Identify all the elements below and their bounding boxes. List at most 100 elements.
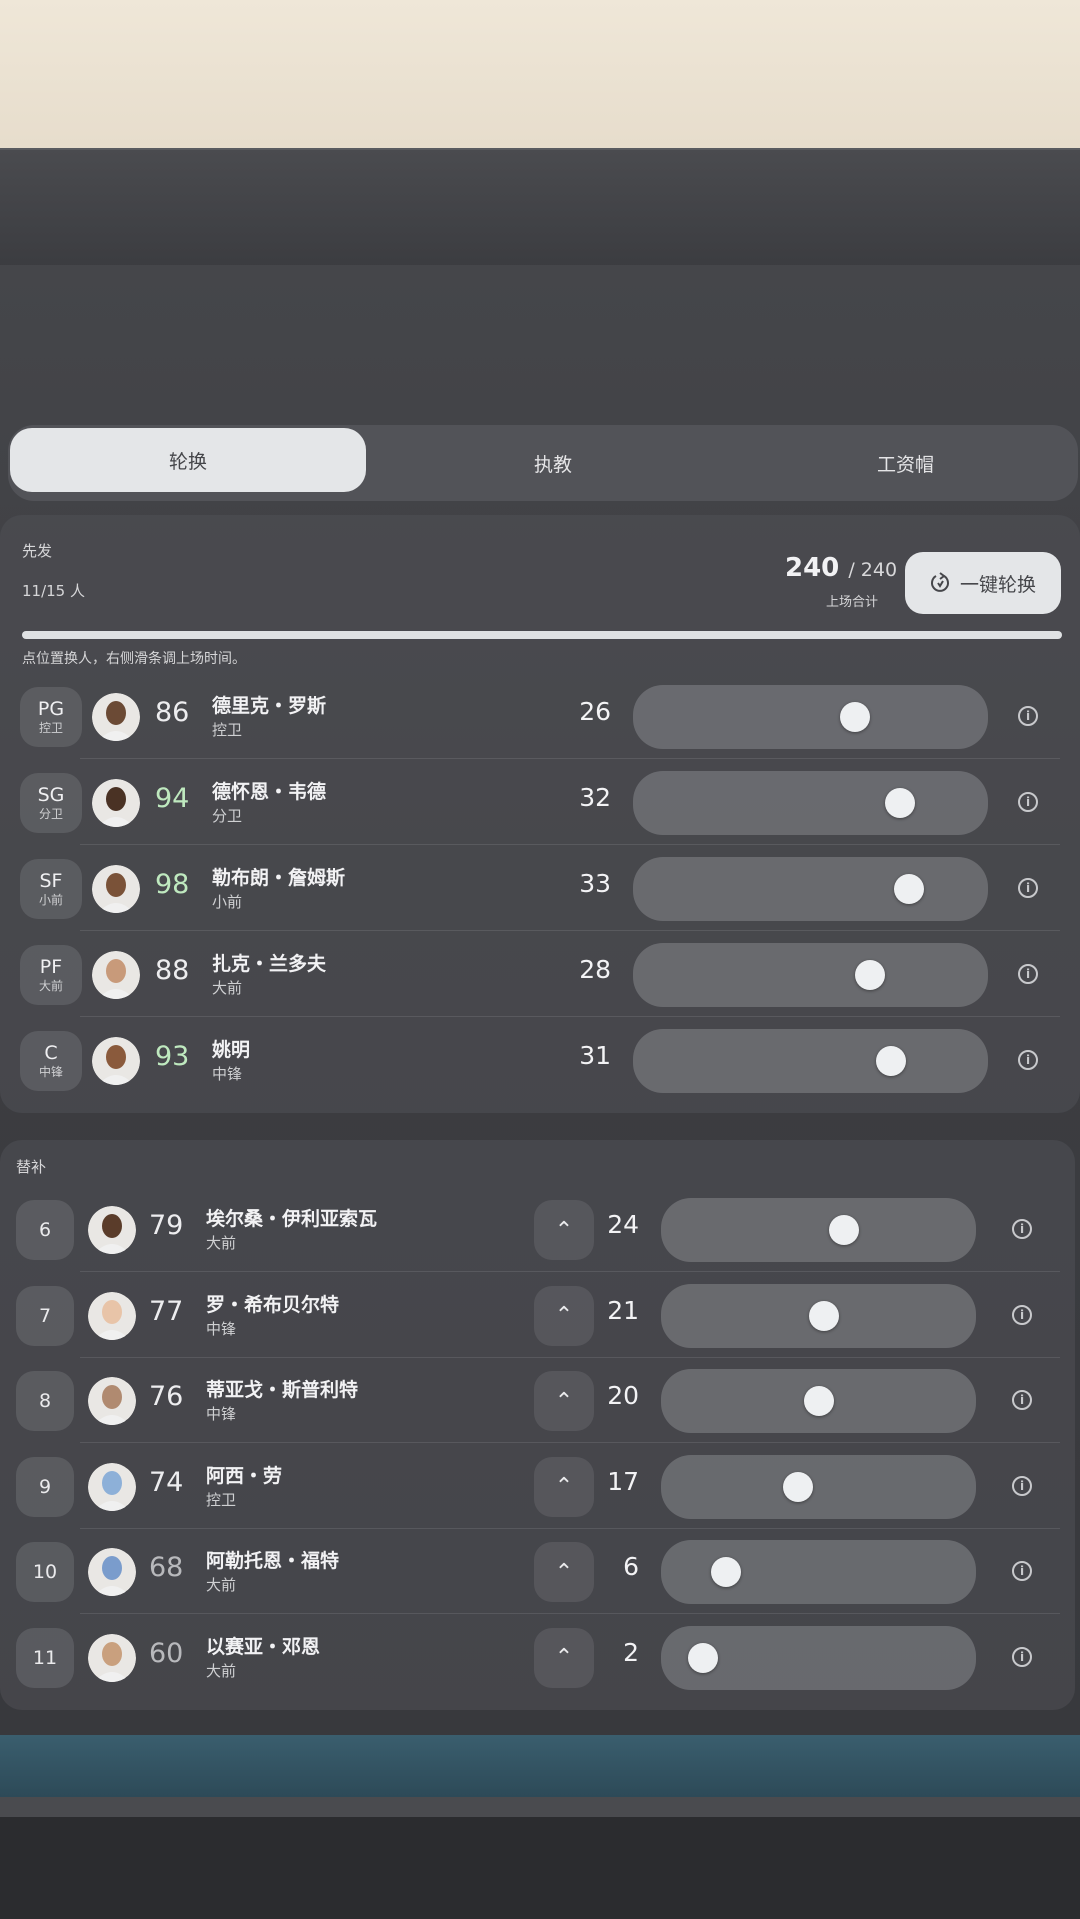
player-name: 姚明 [212, 1039, 251, 1061]
player-position: 大前 [206, 1661, 237, 1680]
tab-label: 执教 [533, 453, 572, 476]
promote-button[interactable]: ⌃ [534, 1285, 594, 1346]
position-button[interactable]: SG 分卫 [20, 773, 82, 833]
avatar [92, 951, 140, 999]
minutes-slider[interactable] [661, 1198, 976, 1262]
monitor-bezel-top [0, 148, 1080, 270]
promote-button[interactable]: ⌃ [534, 1627, 594, 1688]
overall-rating: 93 [155, 1041, 190, 1072]
bench-number[interactable]: 10 [16, 1542, 74, 1602]
slider-thumb[interactable] [885, 788, 915, 818]
tab-rotation[interactable]: 轮换 [10, 428, 366, 492]
promote-button[interactable]: ⌃ [534, 1456, 594, 1517]
position-name: 小前 [38, 893, 63, 907]
auto-rotate-button[interactable]: 一键轮换 [905, 552, 1061, 614]
slider-thumb[interactable] [809, 1300, 839, 1331]
minutes-value: 26 [579, 697, 611, 726]
minutes-value: 24 [607, 1210, 639, 1239]
position-name: 分卫 [38, 807, 63, 821]
bench-number[interactable]: 8 [16, 1371, 74, 1431]
bench-row: 7 77 罗・希布贝尔特 中锋 ⌃ 21 i [0, 1274, 1080, 1358]
total-label: 上场合计 [826, 595, 879, 610]
bench-number[interactable]: 11 [16, 1627, 74, 1688]
tab-label: 工资帽 [876, 453, 934, 476]
player-position: 大前 [212, 979, 243, 997]
minutes-progress-bar [22, 631, 1062, 639]
starter-row: SG 分卫 94 德怀恩・韦德 分卫 32 i [0, 761, 1080, 845]
minutes-slider[interactable] [661, 1625, 976, 1690]
minutes-value: 28 [579, 955, 611, 984]
slider-thumb[interactable] [688, 1642, 718, 1673]
bench-row: 6 79 埃尔桑・伊利亚索瓦 大前 ⌃ 24 i [0, 1188, 1080, 1272]
info-icon[interactable]: i [1018, 792, 1038, 812]
slider-thumb[interactable] [894, 874, 924, 904]
bench-number[interactable]: 6 [16, 1200, 74, 1260]
player-name: 扎克・兰多夫 [212, 953, 327, 975]
bench-number[interactable]: 7 [16, 1285, 74, 1346]
position-button[interactable]: PG 控卫 [20, 687, 82, 747]
overall-rating: 88 [155, 955, 190, 986]
info-icon[interactable]: i [1012, 1304, 1032, 1325]
minutes-value: 32 [579, 783, 611, 812]
info-icon[interactable]: i [1012, 1561, 1032, 1581]
promote-button[interactable]: ⌃ [534, 1200, 594, 1260]
position-name: 中锋 [38, 1065, 63, 1079]
monitor-bezel-bottom [0, 1797, 1080, 1817]
tab-coaching[interactable]: 执教 [378, 425, 728, 501]
player-position: 中锋 [206, 1319, 237, 1338]
background-wall [0, 0, 1080, 160]
info-icon[interactable]: i [1012, 1646, 1032, 1667]
minutes-slider[interactable] [661, 1454, 976, 1519]
position-code: SF [39, 870, 63, 892]
tab-bar: 轮换 执教 工资帽 [8, 425, 1078, 501]
info-icon[interactable]: i [1018, 706, 1038, 726]
slider-thumb[interactable] [840, 702, 870, 732]
player-name: 埃尔桑・伊利亚索瓦 [206, 1208, 378, 1230]
player-position: 分卫 [212, 807, 243, 825]
minutes-value: 6 [623, 1552, 639, 1581]
tab-salary-cap[interactable]: 工资帽 [733, 425, 1078, 501]
bench-number[interactable]: 9 [16, 1456, 74, 1517]
minutes-value: 33 [579, 869, 611, 898]
position-code: PF [39, 956, 63, 978]
info-icon[interactable]: i [1018, 1050, 1038, 1070]
position-name: 大前 [38, 979, 63, 993]
row-divider [80, 844, 1060, 845]
minutes-slider[interactable] [633, 857, 988, 921]
minutes-slider[interactable] [661, 1540, 976, 1604]
slider-thumb[interactable] [711, 1557, 741, 1587]
slider-thumb[interactable] [783, 1471, 813, 1502]
minutes-slider[interactable] [633, 1029, 988, 1093]
overall-rating: 77 [149, 1295, 184, 1327]
slider-thumb[interactable] [855, 960, 885, 990]
info-icon[interactable]: i [1018, 964, 1038, 984]
minutes-slider[interactable] [633, 685, 988, 749]
minutes-slider[interactable] [633, 943, 988, 1007]
overall-rating: 94 [155, 783, 190, 814]
position-button[interactable]: PF 大前 [20, 945, 82, 1005]
position-button[interactable]: C 中锋 [20, 1031, 82, 1091]
row-divider [80, 1016, 1060, 1017]
slider-thumb[interactable] [876, 1046, 906, 1076]
minutes-value: 21 [607, 1295, 639, 1325]
info-icon[interactable]: i [1018, 878, 1038, 898]
info-icon[interactable]: i [1012, 1219, 1032, 1239]
promote-button[interactable]: ⌃ [534, 1371, 594, 1431]
promote-button[interactable]: ⌃ [534, 1542, 594, 1602]
avatar [88, 1291, 136, 1340]
info-icon[interactable]: i [1012, 1390, 1032, 1410]
row-divider [80, 930, 1060, 931]
tab-label: 轮换 [168, 450, 207, 473]
slider-thumb[interactable] [804, 1386, 834, 1416]
overall-rating: 68 [149, 1552, 184, 1583]
minutes-slider[interactable] [661, 1369, 976, 1433]
minutes-slider[interactable] [661, 1283, 976, 1348]
minutes-slider[interactable] [633, 771, 988, 835]
minutes-value: 17 [607, 1466, 639, 1496]
player-position: 控卫 [206, 1490, 237, 1509]
overall-rating: 74 [149, 1466, 184, 1498]
position-code: PG [37, 698, 65, 720]
slider-thumb[interactable] [829, 1215, 859, 1245]
info-icon[interactable]: i [1012, 1475, 1032, 1496]
position-button[interactable]: SF 小前 [20, 859, 82, 919]
